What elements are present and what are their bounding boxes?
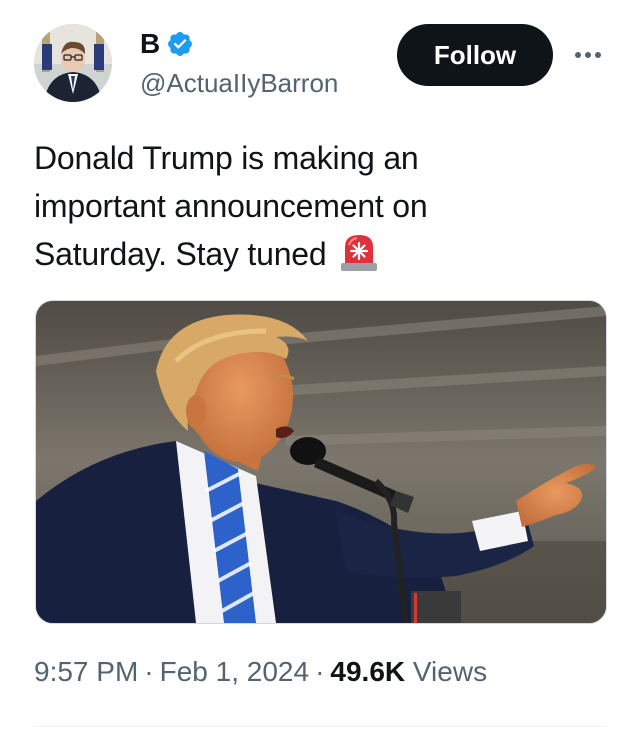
follow-button[interactable]: Follow [397, 24, 553, 86]
tweet-date[interactable]: Feb 1, 2024 [160, 656, 309, 687]
views-label[interactable]: Views [413, 656, 487, 687]
speaker-photo [36, 301, 606, 623]
tweet-text: Donald Trump is making an important anno… [34, 134, 594, 278]
tweet-time[interactable]: 9:57 PM [34, 656, 138, 687]
tweet-media-image[interactable] [35, 300, 607, 624]
avatar-photo [34, 24, 112, 102]
tweet-meta: 9:57 PM · Feb 1, 2024 · 49.6K Views [34, 656, 487, 688]
tweet-text-line: Donald Trump is making an [34, 140, 419, 176]
author-display-name[interactable]: B [140, 28, 160, 60]
verified-badge-icon [168, 32, 193, 56]
views-count[interactable]: 49.6K [330, 656, 405, 687]
siren-emoji-icon [341, 235, 378, 271]
tweet-text-segment: Saturday. Stay tuned [34, 236, 327, 272]
more-horizontal-icon[interactable] [568, 44, 608, 66]
tweet-card: B @ActuaIIyBarron Follow Donald Trump is… [0, 0, 640, 742]
author-handle[interactable]: @ActuaIIyBarron [140, 68, 338, 99]
author-avatar[interactable] [34, 24, 112, 102]
divider [34, 726, 606, 727]
meta-separator: · [144, 656, 154, 687]
tweet-text-line: Saturday. Stay tuned [34, 230, 594, 278]
author-name-row: B [140, 28, 194, 60]
meta-separator: · [315, 656, 325, 687]
tweet-text-line: important announcement on [34, 188, 428, 224]
